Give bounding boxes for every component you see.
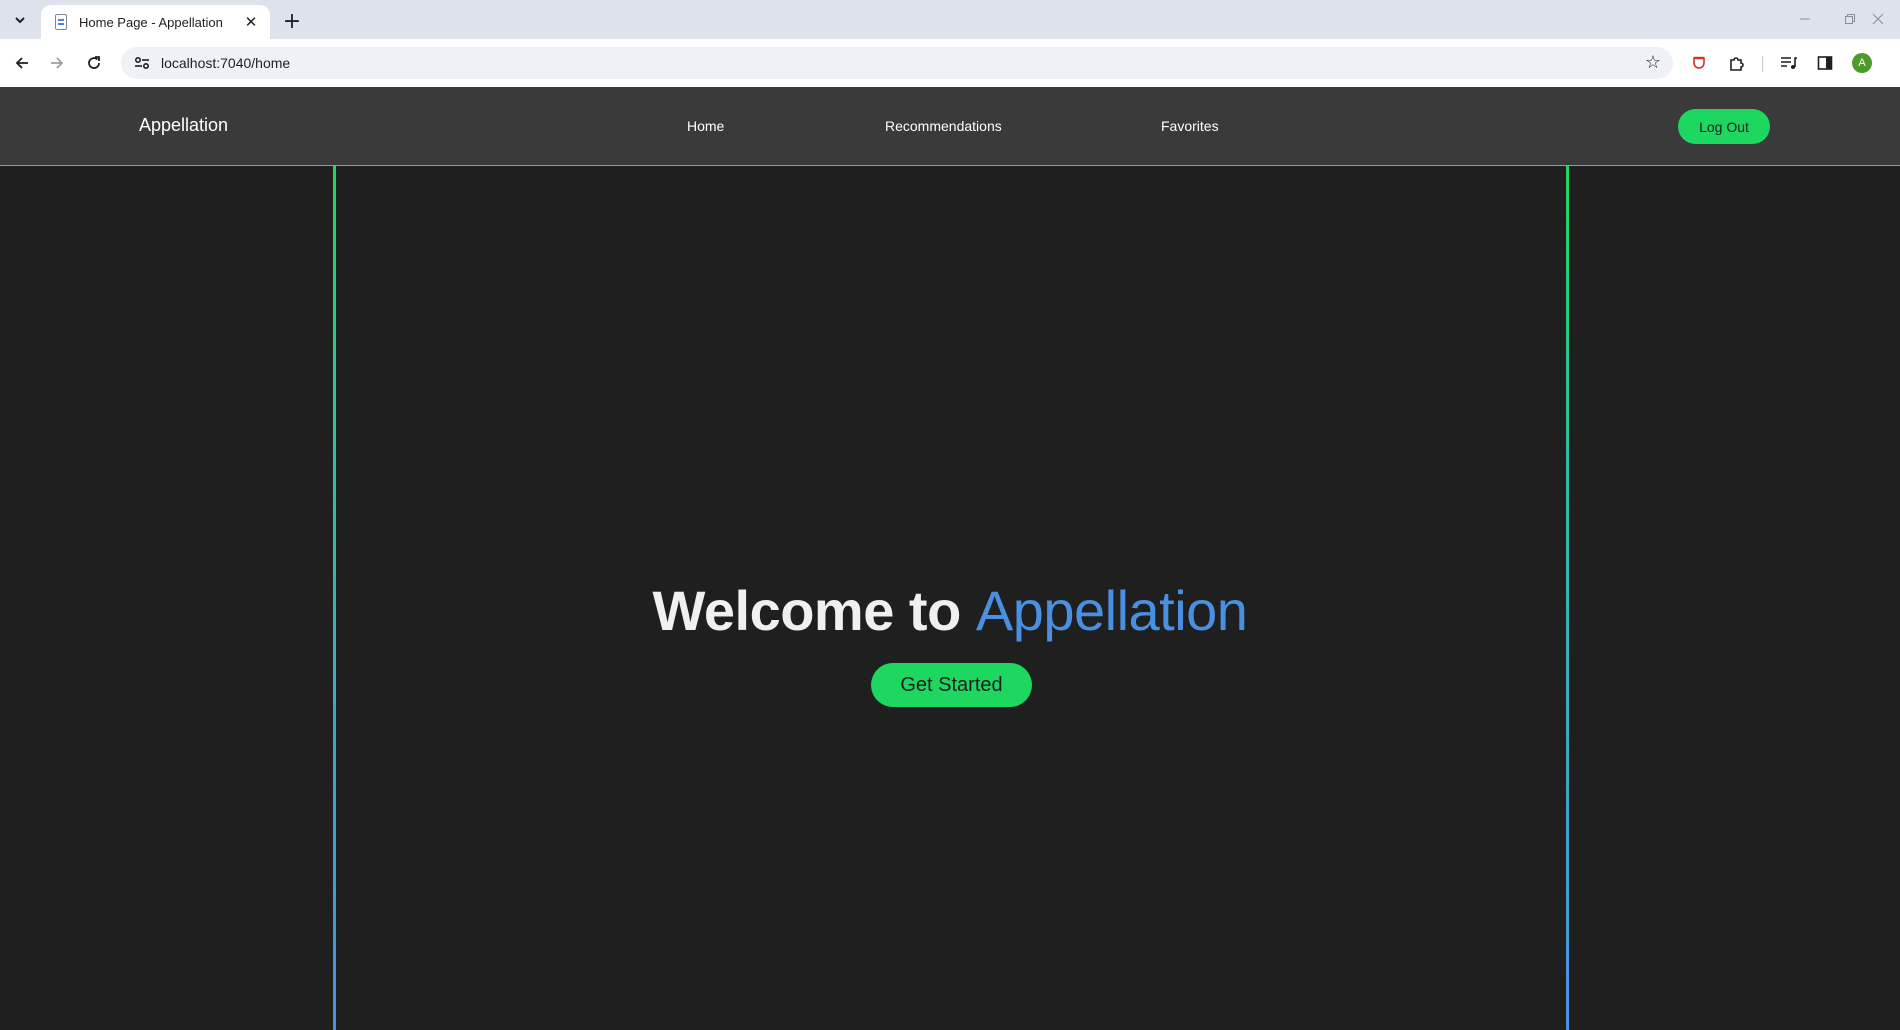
site-navbar: Appellation Home Recommendations Favorit… bbox=[0, 87, 1900, 166]
brand-logo-text[interactable]: Appellation bbox=[139, 115, 228, 136]
address-bar[interactable]: localhost:7040/home ☆ bbox=[121, 47, 1673, 79]
forward-arrow-icon[interactable] bbox=[44, 50, 70, 76]
hero-title: Welcome to Appellation bbox=[0, 579, 1900, 643]
puzzle-icon[interactable] bbox=[1726, 52, 1748, 74]
hero-title-accent: Appellation bbox=[975, 579, 1248, 642]
star-icon[interactable]: ☆ bbox=[1645, 52, 1661, 73]
nav-link-recommendations[interactable]: Recommendations bbox=[885, 118, 1002, 134]
tab-title: Home Page - Appellation bbox=[79, 14, 223, 30]
extension-shield-icon[interactable] bbox=[1688, 52, 1710, 74]
get-started-button[interactable]: Get Started bbox=[871, 663, 1032, 707]
more-vert-icon[interactable]: ⋮ bbox=[1892, 51, 1900, 72]
logout-button[interactable]: Log Out bbox=[1678, 109, 1770, 144]
toolbar-divider bbox=[1762, 56, 1763, 72]
reload-icon[interactable] bbox=[81, 50, 107, 76]
restore-icon[interactable] bbox=[1830, 6, 1870, 32]
url-text[interactable]: localhost:7040/home bbox=[161, 55, 290, 71]
browser-toolbar: localhost:7040/home ☆ A ⋮ bbox=[0, 39, 1900, 87]
hero-section: Welcome to Appellation bbox=[0, 579, 1900, 643]
new-tab-plus-icon[interactable]: + bbox=[280, 9, 304, 34]
page-viewport: Appellation Home Recommendations Favorit… bbox=[0, 87, 1900, 1030]
browser-tab-bar: Home Page - Appellation ✕ + bbox=[0, 0, 1900, 39]
tab-search-chevron-down-icon[interactable] bbox=[6, 8, 33, 32]
hero-title-prefix: Welcome to bbox=[652, 579, 962, 642]
browser-tab-active[interactable]: Home Page - Appellation ✕ bbox=[41, 5, 270, 39]
nav-link-home[interactable]: Home bbox=[687, 118, 724, 134]
nav-link-favorites[interactable]: Favorites bbox=[1161, 118, 1219, 134]
close-icon[interactable]: ✕ bbox=[242, 13, 260, 31]
side-panel-icon[interactable] bbox=[1814, 52, 1836, 74]
media-queue-icon[interactable] bbox=[1778, 52, 1800, 74]
minimize-icon[interactable] bbox=[1785, 6, 1825, 32]
back-arrow-icon[interactable] bbox=[9, 50, 35, 76]
window-close-icon[interactable] bbox=[1872, 6, 1900, 32]
page-icon bbox=[53, 14, 69, 30]
tune-icon[interactable] bbox=[127, 56, 157, 70]
profile-avatar[interactable]: A bbox=[1852, 53, 1872, 73]
